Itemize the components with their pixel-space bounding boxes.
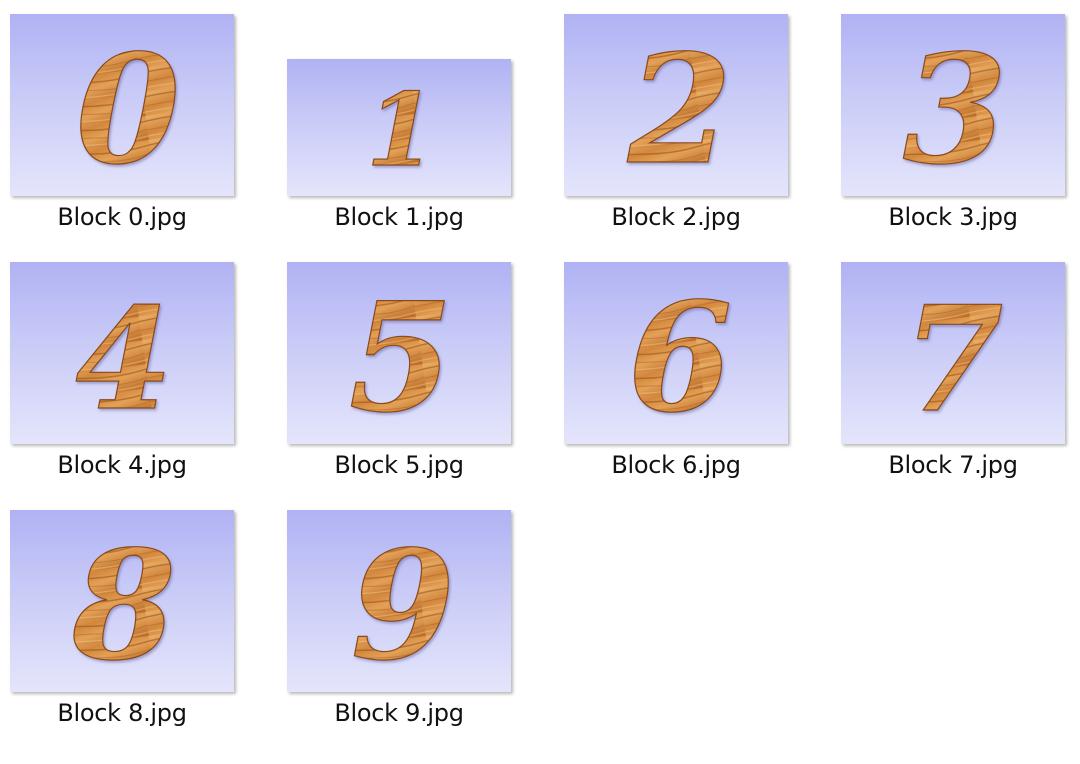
svg-text:7: 7: [903, 275, 1004, 444]
thumbnail-image: 7: [841, 262, 1065, 444]
wood-digit-4-image: 4: [75, 277, 174, 442]
thumbnail-image: 0: [10, 14, 234, 196]
wood-digit-1-image: 1: [366, 70, 437, 189]
svg-text:4: 4: [75, 278, 172, 442]
svg-text:0: 0: [76, 22, 180, 196]
thumbnail-image: 5: [287, 262, 511, 444]
svg-text:9: 9: [351, 518, 455, 692]
file-name-label: Block 4.jpg: [57, 451, 187, 479]
wood-digit-2-image: 2: [626, 21, 733, 196]
wood-digit-0-image: 0: [75, 21, 181, 196]
file-name-label: Block 5.jpg: [334, 451, 464, 479]
file-item-block-4[interactable]: 4 Block 4.jpg: [3, 248, 234, 488]
svg-text:6: 6: [628, 270, 732, 444]
file-name-label: Block 9.jpg: [334, 699, 464, 727]
thumbnail-image: 3: [841, 14, 1065, 196]
file-name-label: Block 6.jpg: [611, 451, 741, 479]
file-name-label: Block 3.jpg: [888, 203, 1018, 231]
svg-text:8: 8: [71, 518, 176, 692]
file-name-label: Block 8.jpg: [57, 699, 187, 727]
file-item-block-1[interactable]: 1 Block 1.jpg: [280, 0, 511, 240]
thumbnail-image: 2: [564, 14, 788, 196]
svg-text:1: 1: [366, 71, 436, 189]
file-item-block-2[interactable]: 2 Block 2.jpg: [557, 0, 788, 240]
file-item-block-5[interactable]: 5 Block 5.jpg: [280, 248, 511, 488]
thumbnail-image: 8: [10, 510, 234, 692]
thumbnail-image: 1: [287, 59, 511, 196]
wood-digit-7-image: 7: [902, 274, 1004, 444]
file-item-block-3[interactable]: 3 Block 3.jpg: [834, 0, 1065, 240]
file-name-label: Block 2.jpg: [611, 203, 741, 231]
thumbnail-image: 9: [287, 510, 511, 692]
file-item-block-6[interactable]: 6 Block 6.jpg: [557, 248, 788, 488]
svg-text:2: 2: [627, 22, 732, 196]
file-name-label: Block 1.jpg: [334, 203, 464, 231]
svg-text:5: 5: [349, 270, 453, 444]
thumbnail-image: 4: [10, 262, 234, 444]
file-item-block-0[interactable]: 0 Block 0.jpg: [3, 0, 234, 240]
file-item-block-8[interactable]: 8 Block 8.jpg: [3, 496, 234, 736]
wood-digit-3-image: 3: [902, 21, 1008, 196]
thumbnail-image: 6: [564, 262, 788, 444]
file-item-block-9[interactable]: 9 Block 9.jpg: [280, 496, 511, 736]
svg-text:3: 3: [903, 22, 1007, 196]
file-item-block-7[interactable]: 7 Block 7.jpg: [834, 248, 1065, 488]
wood-digit-5-image: 5: [348, 269, 454, 444]
file-name-label: Block 7.jpg: [888, 451, 1018, 479]
file-name-label: Block 0.jpg: [57, 203, 187, 231]
wood-digit-9-image: 9: [350, 517, 456, 692]
wood-digit-8-image: 8: [70, 517, 177, 692]
wood-digit-6-image: 6: [627, 269, 733, 444]
